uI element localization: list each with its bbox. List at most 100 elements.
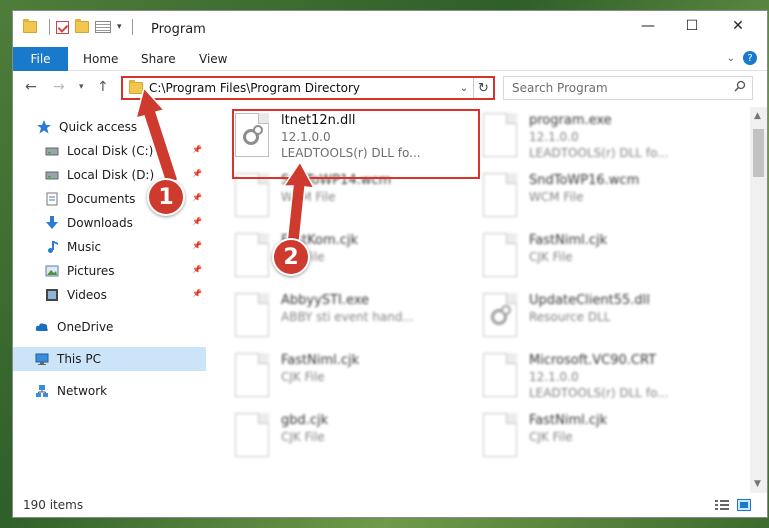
- item-count: 190 items: [23, 498, 84, 512]
- file-icon: [235, 353, 271, 401]
- details-view-icon[interactable]: [715, 499, 729, 511]
- search-icon: [734, 80, 746, 92]
- file-detail: CJK File: [529, 430, 573, 444]
- star-icon: [37, 120, 51, 134]
- file-name: FastNiml.cjk: [281, 353, 360, 368]
- back-button[interactable]: ←: [25, 79, 37, 95]
- file-detail: CJK File: [281, 370, 325, 384]
- sidebar-item-label: Documents: [67, 192, 136, 206]
- forward-button[interactable]: →: [53, 79, 65, 95]
- sidebar-item-label: This PC: [57, 352, 101, 366]
- pin-icon[interactable]: 📌: [192, 193, 202, 202]
- customize-toolbar-icon[interactable]: [95, 21, 111, 33]
- file-item[interactable]: gbd.cjk CJK File: [235, 413, 475, 471]
- file-item[interactable]: FastNiml.cjk CJK File: [483, 233, 723, 291]
- sidebar-item-label: Quick access: [59, 120, 138, 134]
- large-icons-view-icon[interactable]: [737, 499, 751, 511]
- pin-icon[interactable]: 📌: [192, 265, 202, 274]
- help-icon[interactable]: ?: [743, 51, 757, 65]
- folder-icon: [23, 19, 37, 33]
- documents-icon: [45, 192, 59, 206]
- properties-check-icon[interactable]: [56, 20, 69, 34]
- pin-icon[interactable]: 📌: [192, 241, 202, 250]
- file-icon: [235, 233, 271, 281]
- sidebar-item-label: Downloads: [67, 216, 133, 230]
- file-item[interactable]: SndToWP16.wcm WCM File: [483, 173, 723, 231]
- file-detail: 12.1.0.0: [529, 370, 579, 384]
- search-input[interactable]: Search Program: [503, 76, 753, 100]
- tab-share[interactable]: Share: [141, 52, 176, 66]
- minimize-button[interactable]: —: [625, 11, 671, 41]
- sidebar-item-this-pc[interactable]: This PC: [13, 347, 206, 371]
- refresh-button[interactable]: ↻: [473, 78, 493, 98]
- file-name: UpdateClient55.dll: [529, 293, 650, 308]
- file-icon: [235, 413, 271, 461]
- tab-home[interactable]: Home: [83, 52, 118, 66]
- sidebar-item-music[interactable]: Music 📌: [13, 235, 206, 259]
- sidebar-item-downloads[interactable]: Downloads 📌: [13, 211, 206, 235]
- download-icon: [45, 216, 59, 230]
- computer-icon: [35, 352, 49, 366]
- sidebar-item-label: Music: [67, 240, 102, 254]
- file-item[interactable]: Microsoft.VC90.CRT 12.1.0.0 LEADTOOLS(r) D…: [483, 353, 723, 411]
- file-detail: CJK File: [529, 250, 573, 264]
- search-placeholder: Search Program: [512, 81, 608, 95]
- file-icon: [235, 293, 271, 341]
- sidebar-item-onedrive[interactable]: OneDrive: [13, 315, 206, 339]
- quick-access-toolbar: ▾: [23, 19, 139, 35]
- sidebar-item-videos[interactable]: Videos 📌: [13, 283, 206, 307]
- chevron-down-icon[interactable]: ⌄: [727, 53, 735, 64]
- file-item[interactable]: FastNiml.cjk CJK File: [483, 413, 723, 471]
- file-name: FastNiml.cjk: [529, 233, 608, 248]
- scroll-thumb[interactable]: [753, 129, 764, 177]
- tab-file[interactable]: File: [13, 47, 68, 71]
- status-bar: 190 items: [13, 493, 767, 517]
- scroll-up-icon[interactable]: ▲: [754, 111, 761, 121]
- file-name: program.exe: [529, 113, 612, 128]
- new-folder-icon[interactable]: [75, 19, 89, 33]
- file-item[interactable]: UpdateClient55.dll Resource DLL: [483, 293, 723, 351]
- scroll-down-icon[interactable]: ▼: [754, 479, 761, 489]
- file-item[interactable]: program.exe 12.1.0.0 LEADTOOLS(r) DLL fo..…: [483, 113, 723, 171]
- sidebar-item-network[interactable]: Network: [13, 379, 206, 403]
- music-icon: [45, 240, 59, 254]
- pin-icon[interactable]: 📌: [192, 169, 202, 178]
- divider: [131, 19, 133, 35]
- recent-locations-button[interactable]: ▾: [79, 82, 84, 92]
- file-icon: [483, 353, 519, 401]
- drive-icon: [45, 168, 59, 182]
- file-description: LEADTOOLS(r) DLL fo...: [529, 386, 669, 400]
- file-icon: [483, 173, 519, 221]
- divider: [49, 19, 50, 35]
- file-icon: [483, 233, 519, 281]
- sidebar-item-label: OneDrive: [57, 320, 114, 334]
- tab-view[interactable]: View: [199, 52, 227, 66]
- annotation-badge-1: 1: [147, 178, 185, 216]
- file-detail: CJK File: [281, 430, 325, 444]
- title-bar: ▾ Program — ☐ ✕: [13, 11, 767, 47]
- vertical-scrollbar[interactable]: ▲ ▼: [750, 107, 767, 493]
- file-detail: WCM File: [529, 190, 584, 204]
- sidebar-item-label: Pictures: [67, 264, 115, 278]
- window-title: Program: [151, 22, 206, 37]
- up-button[interactable]: ↑: [97, 79, 109, 95]
- file-icon: [483, 113, 519, 161]
- maximize-button[interactable]: ☐: [669, 11, 715, 41]
- pin-icon[interactable]: 📌: [192, 217, 202, 226]
- chevron-down-icon[interactable]: ⌄: [455, 83, 473, 94]
- chevron-down-icon[interactable]: ▾: [117, 22, 122, 32]
- file-item[interactable]: FastNiml.cjk CJK File: [235, 353, 475, 411]
- drive-icon: [45, 144, 59, 158]
- file-icon: [483, 413, 519, 461]
- dll-file-icon: [483, 293, 519, 341]
- videos-icon: [45, 288, 59, 302]
- file-name: FastNiml.cjk: [529, 413, 608, 428]
- network-icon: [35, 384, 49, 398]
- close-button[interactable]: ✕: [715, 11, 761, 41]
- sidebar-item-pictures[interactable]: Pictures 📌: [13, 259, 206, 283]
- file-item[interactable]: AbbyySTI.exe ABBY sti event hand...: [235, 293, 475, 351]
- pin-icon[interactable]: 📌: [192, 145, 202, 154]
- pin-icon[interactable]: 📌: [192, 289, 202, 298]
- address-path[interactable]: C:\Program Files\Program Directory: [149, 81, 455, 95]
- file-name: gbd.cjk: [281, 413, 329, 428]
